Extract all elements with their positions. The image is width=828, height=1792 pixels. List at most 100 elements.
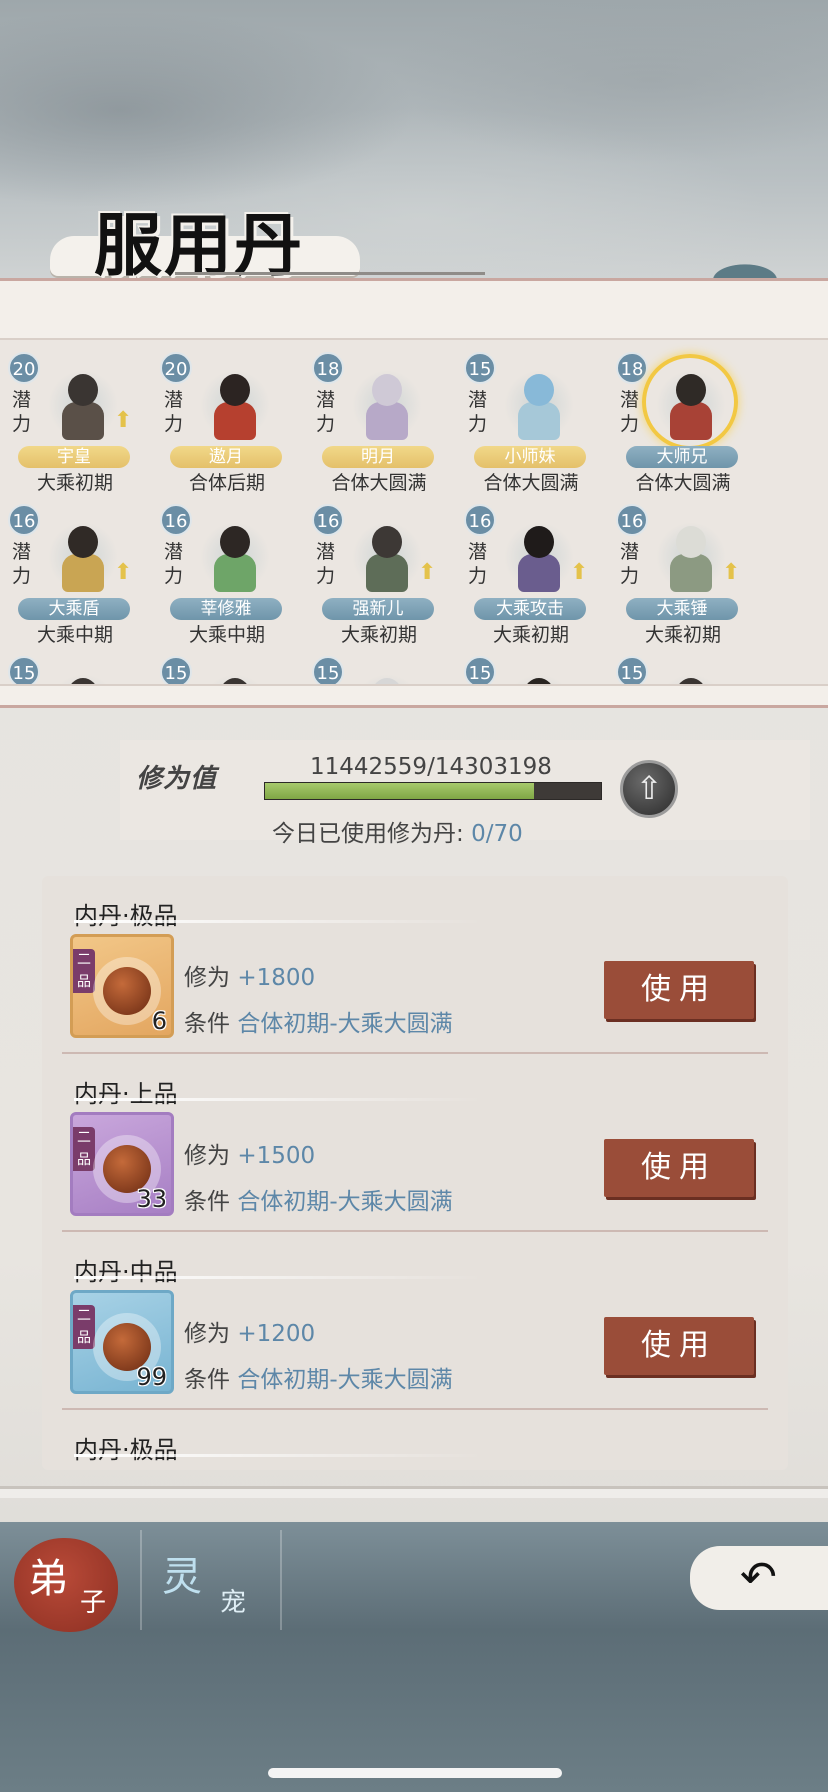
avatar-head [524, 526, 554, 558]
avatar-head [68, 526, 98, 558]
use-button[interactable]: 使用 [604, 1317, 754, 1375]
avatar-body [214, 554, 256, 592]
avatar [196, 364, 274, 444]
potential-badge: 20 [8, 352, 40, 384]
avatar-body [518, 554, 560, 592]
disciple-card[interactable]: 20 潜力 遨月 合体后期 [154, 340, 304, 500]
disciple-card[interactable]: 18 潜力 明月 合体大圆满 [306, 340, 456, 500]
pill-condition-value: 合体初期-大乘大圆满 [237, 1011, 453, 1037]
potential-badge: 15 [160, 656, 192, 684]
avatar-body [366, 402, 408, 440]
potential-label: 潜力 [468, 389, 488, 435]
pill-condition-value: 合体初期-大乘大圆满 [237, 1367, 453, 1393]
disciple-realm: 合体大圆满 [635, 472, 731, 494]
potential-badge: 16 [160, 504, 192, 536]
title-underline [175, 272, 485, 275]
pill-title: 内丹·极品 [74, 1436, 178, 1464]
disciple-realm: 大乘初期 [492, 624, 569, 646]
disciple-card[interactable]: 15 [2, 644, 152, 684]
back-button[interactable]: ↶ [690, 1546, 828, 1610]
avatar [500, 364, 578, 444]
use-button[interactable]: 使用 [604, 1139, 754, 1197]
disciple-name: 小师妹 [474, 446, 586, 468]
pill-stat-value: +1200 [237, 1321, 316, 1347]
pill-icon[interactable]: 二品 6 [70, 934, 174, 1038]
avatar [652, 516, 730, 596]
cultivation-value: 11442559/14303198 [310, 754, 552, 780]
used-today-count: 0/70 [471, 821, 523, 847]
potential-label: 潜力 [316, 389, 336, 435]
pill-title-underline [74, 920, 484, 923]
use-button[interactable]: 使用 [604, 961, 754, 1019]
disciple-realm: 大乘中期 [36, 624, 113, 646]
pill-condition-value: 合体初期-大乘大圆满 [237, 1189, 453, 1215]
back-arrow-icon: ↶ [740, 1552, 777, 1603]
potential-badge: 18 [616, 352, 648, 384]
disciple-name: 强新儿 [322, 598, 434, 620]
avatar [500, 516, 578, 596]
disciple-card[interactable]: 16 潜力 ⬆ 大乘锤 大乘初期 [610, 492, 760, 652]
avatar-body [62, 554, 104, 592]
potential-badge: 16 [312, 504, 344, 536]
pill-stat-label: 修为 [184, 1321, 230, 1347]
cultivation-progress-fill [265, 783, 534, 799]
avatar [44, 668, 122, 684]
tab-disciple-sub: 子 [80, 1588, 107, 1618]
potential-label: 潜力 [12, 389, 32, 435]
disciple-card[interactable]: 16 潜力 ⬆ 强新儿 大乘初期 [306, 492, 456, 652]
disciple-card[interactable]: 16 潜力 莘修雅 大乘中期 [154, 492, 304, 652]
disciple-realm: 大乘初期 [36, 472, 113, 494]
pill-stat: 修为 +1500 [184, 1136, 315, 1170]
disciple-realm: 大乘初期 [644, 624, 721, 646]
pill-title-underline [74, 1098, 484, 1101]
disciple-name: 大乘攻击 [474, 598, 586, 620]
pill-count: 33 [136, 1185, 167, 1213]
tab-separator [280, 1530, 282, 1630]
potential-badge: 15 [464, 352, 496, 384]
disciple-card[interactable]: 16 潜力 ⬆ 大乘盾 大乘中期 [2, 492, 152, 652]
avatar [500, 668, 578, 684]
avatar-head [220, 526, 250, 558]
pill-condition-label: 条件 [184, 1367, 230, 1393]
disciple-name: 莘修雅 [170, 598, 282, 620]
grade-tag: 二品 [73, 1305, 95, 1349]
used-today-label: 今日已使用修为丹: [272, 821, 464, 847]
disciple-card[interactable]: 18 潜力 大师兄 合体大圆满 [610, 340, 760, 500]
pill-count: 99 [136, 1363, 167, 1391]
disciple-card[interactable]: 15 潜力 小师妹 合体大圆满 [458, 340, 608, 500]
pill-stat-label: 修为 [184, 965, 230, 991]
avatar [196, 668, 274, 684]
tab-disciple[interactable]: 弟 子 [8, 1530, 136, 1632]
tab-separator [140, 1530, 142, 1630]
disciple-card[interactable]: 16 潜力 ⬆ 大乘攻击 大乘初期 [458, 492, 608, 652]
bottom-divider [0, 1486, 828, 1498]
avatar-head [220, 374, 250, 406]
pill-icon[interactable]: 二品 99 [70, 1290, 174, 1394]
avatar-head [372, 374, 402, 406]
home-indicator[interactable] [268, 1768, 562, 1778]
disciple-card[interactable]: 20 潜力 ⬆ 宇皇 大乘初期 [2, 340, 152, 500]
tab-pet[interactable]: 灵 宠 [146, 1530, 274, 1630]
disciple-realm: 大乘中期 [188, 624, 265, 646]
pill-condition: 条件 合体初期-大乘大圆满 [184, 1182, 453, 1216]
pill-condition: 条件 合体初期-大乘大圆满 [184, 1360, 453, 1394]
roof-decoration [700, 252, 790, 280]
arrow-up-icon[interactable]: ⇧ [620, 760, 678, 818]
pill-item: 内丹·极品 二品 6 修为 +1800 条件 合体初期-大乘大圆满 使用 [42, 876, 788, 1054]
pill-icon[interactable]: 二品 33 [70, 1112, 174, 1216]
disciple-name: 大乘锤 [626, 598, 738, 620]
pill-title: 内丹·上品 [74, 1080, 178, 1108]
avatar-head [524, 374, 554, 406]
title-banner: 服用丹药 [50, 190, 370, 385]
potential-badge: 15 [464, 656, 496, 684]
disciple-card[interactable]: 15 [154, 644, 304, 684]
disciple-card[interactable]: 15 [458, 644, 608, 684]
pill-title: 内丹·极品 [74, 902, 178, 930]
disciple-card[interactable]: 15 [610, 644, 760, 684]
avatar-body [62, 402, 104, 440]
avatar-body [518, 402, 560, 440]
avatar [196, 516, 274, 596]
disciple-card[interactable]: 15 [306, 644, 456, 684]
promote-icon: ⬆ [114, 408, 133, 433]
pill-item: 内丹·上品二品 33 修为 +1500 条件 合体初期-大乘大圆满 使用 [42, 1054, 788, 1232]
